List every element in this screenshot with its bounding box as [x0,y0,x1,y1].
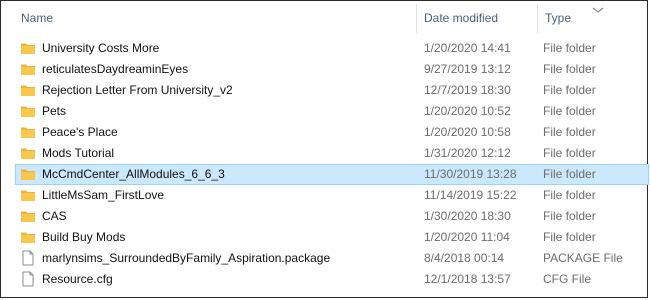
folder-icon [20,61,36,77]
file-row[interactable]: reticulatesDaydreaminEyes 9/27/2019 13:12… [1,59,649,80]
file-date-modified: 9/27/2019 13:12 [424,62,511,76]
folder-icon [20,82,36,98]
file-type: File folder [543,146,596,160]
file-name: University Costs More [42,41,160,55]
file-row[interactable]: Mods Tutorial 1/31/2020 12:12 File folder [1,143,649,164]
file-date-modified: 1/20/2020 10:58 [424,125,511,139]
file-row[interactable]: Peace's Place 1/20/2020 10:58 File folder [1,122,649,143]
file-row[interactable]: marlynsims_SurroundedByFamily_Aspiration… [1,248,649,269]
file-type: File folder [543,104,596,118]
file-date-modified: 8/4/2018 00:14 [424,251,505,265]
file-type: File folder [543,41,596,55]
file-row[interactable]: University Costs More 1/20/2020 14:41 File… [1,38,649,59]
column-header-type[interactable]: Type [545,1,571,35]
file-name: McCmdCenter_AllModules_6_6_3 [42,167,225,181]
folder-icon [20,208,36,224]
file-type: File folder [543,125,596,139]
file-date-modified: 1/30/2020 18:30 [424,209,511,223]
column-divider[interactable] [416,4,417,33]
file-date-modified: 1/20/2020 10:52 [424,104,511,118]
file-type: File folder [543,230,596,244]
column-divider[interactable] [537,4,538,33]
file-name: Resource.cfg [42,272,113,286]
column-header-bar: Name Date modified Type [1,1,649,35]
file-explorer-list: Name Date modified Type University Costs… [0,0,649,298]
file-name: marlynsims_SurroundedByFamily_Aspiration… [42,251,331,265]
folder-icon [20,145,36,161]
file-name: Build Buy Mods [42,230,126,244]
file-date-modified: 11/14/2019 15:22 [424,188,517,202]
file-type: File folder [543,167,596,181]
file-row[interactable]: CAS 1/30/2020 18:30 File folder [1,206,649,227]
file-date-modified: 11/30/2019 13:28 [424,167,517,181]
folder-icon [20,40,36,56]
folder-icon [20,187,36,203]
column-header-date-modified[interactable]: Date modified [424,1,498,35]
file-date-modified: 12/1/2018 13:57 [424,272,511,286]
file-icon [20,250,36,266]
file-row[interactable]: Resource.cfg 12/1/2018 13:57 CFG File [1,269,649,290]
folder-icon [20,103,36,119]
file-type: PACKAGE File [543,251,623,265]
file-date-modified: 1/20/2020 14:41 [424,41,511,55]
column-header-name[interactable]: Name [21,1,53,35]
file-row[interactable]: Pets 1/20/2020 10:52 File folder [1,101,649,122]
file-date-modified: 12/7/2019 18:30 [424,83,511,97]
file-row[interactable]: Rejection Letter From University_v2 12/7/… [1,80,649,101]
folder-icon [20,166,36,182]
file-type: File folder [543,188,596,202]
file-name: CAS [42,209,67,223]
file-row[interactable]: McCmdCenter_AllModules_6_6_3 11/30/2019 1… [1,164,649,185]
file-name: Peace's Place [42,125,118,139]
file-date-modified: 1/20/2020 11:04 [424,230,510,244]
file-type: File folder [543,209,596,223]
file-icon [20,271,36,287]
file-name: Pets [42,104,67,118]
folder-icon [20,229,36,245]
file-type: File folder [543,83,596,97]
file-row[interactable]: LittleMsSam_FirstLove 11/14/2019 15:22 Fil… [1,185,649,206]
file-date-modified: 1/31/2020 12:12 [424,146,511,160]
file-type: CFG File [543,272,591,286]
folder-icon [20,124,36,140]
file-row[interactable]: Build Buy Mods 1/20/2020 11:04 File folder [1,227,649,248]
file-name: Rejection Letter From University_v2 [42,83,233,97]
file-name: reticulatesDaydreaminEyes [42,62,189,76]
sort-chevron-icon[interactable] [591,5,605,15]
file-name: Mods Tutorial [42,146,115,160]
file-type: File folder [543,62,596,76]
file-name: LittleMsSam_FirstLove [42,188,165,202]
